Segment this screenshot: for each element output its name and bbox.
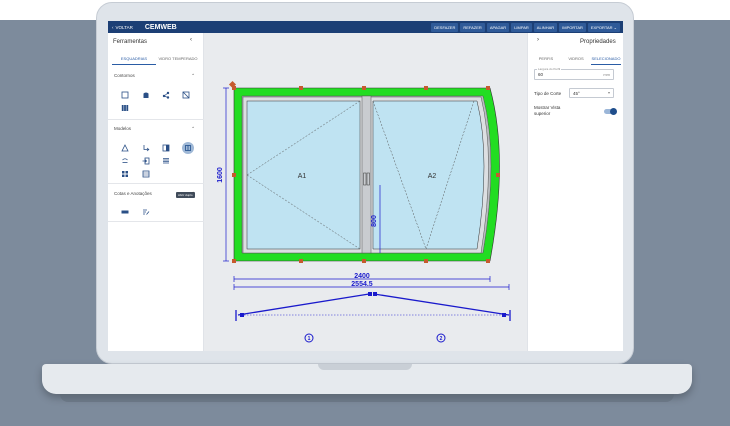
columns-icon[interactable] — [121, 104, 129, 112]
brand-logo: CEMWEB — [144, 23, 177, 31]
show-top-view-label: Mostrar Vista superior — [534, 105, 561, 116]
text-edit-icon[interactable] — [142, 208, 150, 216]
corner-marker[interactable] — [232, 259, 236, 263]
chevron-up-icon[interactable]: ⌃ — [191, 191, 195, 197]
show-top-view-toggle[interactable] — [604, 108, 617, 115]
drawing-canvas[interactable]: A1 A2 1600 800 2400 2554.5 1 2 — [204, 33, 527, 351]
grid-icon[interactable] — [121, 170, 129, 178]
delete-button[interactable]: APAGAR — [486, 22, 510, 32]
arrow-turn-icon[interactable] — [142, 144, 150, 152]
top-view-hinge[interactable] — [368, 292, 372, 296]
cut-type-select[interactable]: 45° ▾ — [569, 88, 614, 98]
panel-label-a2: A2 — [428, 173, 437, 180]
toolbar-actions: DESFAZER REFAZER APAGAR LIMPAR ALINHAR I… — [431, 22, 620, 32]
profile-width-label: Largura do Perfil — [537, 67, 562, 71]
chevron-left-icon: ‹ — [112, 24, 114, 30]
top-view-hinge[interactable] — [502, 313, 506, 317]
tab-perfis[interactable]: PERFIS — [531, 55, 561, 65]
corner-marker[interactable] — [496, 173, 500, 177]
app-screen: ‹ VOLTAR CEMWEB DESFAZER REFAZER APAGAR … — [108, 21, 623, 351]
undo-button[interactable]: DESFAZER — [431, 22, 459, 32]
swing-icon[interactable] — [121, 157, 129, 165]
door-open-icon[interactable] — [162, 144, 170, 152]
cut-type-value: 45° — [573, 91, 580, 96]
toggle-knob — [610, 108, 617, 115]
tools-panel-title: Ferramentas — [113, 39, 148, 45]
cut-shape-icon[interactable] — [182, 91, 190, 99]
corner-marker[interactable] — [299, 86, 303, 90]
properties-panel: › Propriedades PERFIS VIDROS SELECIONADO… — [527, 33, 623, 351]
back-button[interactable]: ‹ VOLTAR — [112, 25, 133, 30]
laptop-notch — [318, 364, 412, 370]
dim-handle-label[interactable]: 800 — [371, 215, 378, 227]
back-label: VOLTAR — [115, 24, 133, 30]
clear-button[interactable]: LIMPAR — [511, 22, 532, 32]
section-modelos-title: Modelos — [114, 126, 132, 131]
chevron-up-icon[interactable]: ⌃ — [191, 126, 195, 132]
arch-shape-icon[interactable] — [142, 91, 150, 99]
align-button[interactable]: ALINHAR — [533, 22, 558, 32]
corner-marker[interactable] — [486, 259, 490, 263]
triangle-icon[interactable] — [121, 144, 129, 152]
tab-vidro-temperado[interactable]: VIDRO TEMPERADO — [156, 55, 200, 65]
section-contornos-title: Contornos — [114, 73, 135, 78]
chevron-up-icon[interactable]: ⌃ — [191, 73, 195, 79]
dim-height-label[interactable]: 1600 — [217, 167, 224, 183]
corner-marker[interactable] — [232, 173, 236, 177]
collapse-left-icon[interactable]: ‹ — [190, 37, 192, 43]
blinds-icon[interactable] — [162, 157, 170, 165]
corner-marker[interactable] — [424, 259, 428, 263]
profile-width-unit: mm — [603, 72, 610, 77]
chevron-down-icon: ▾ — [607, 90, 610, 95]
dim-total-label[interactable]: 2554.5 — [351, 281, 373, 288]
top-bar: ‹ VOLTAR CEMWEB DESFAZER REFAZER APAGAR … — [108, 21, 623, 33]
corner-marker[interactable] — [424, 86, 428, 90]
panel-lines-icon[interactable] — [142, 170, 150, 178]
corner-marker[interactable] — [362, 86, 366, 90]
section-divider — [108, 183, 204, 184]
redo-button[interactable]: REFAZER — [460, 22, 485, 32]
laptop-foot-shadow — [60, 394, 674, 402]
panel-label-a1: A1 — [298, 173, 307, 180]
top-view-sash-2[interactable] — [373, 293, 510, 316]
import-button[interactable]: IMPORTAR — [559, 22, 586, 32]
profile-width-value[interactable]: 60 — [538, 72, 543, 77]
section-divider — [108, 221, 204, 222]
tools-tabs: ESQUADRIAS VIDRO TEMPERADO — [112, 55, 200, 65]
properties-title: Propriedades — [580, 39, 616, 45]
enter-icon[interactable] — [142, 157, 150, 165]
top-view-hinge[interactable] — [373, 292, 377, 296]
dim-width-label[interactable]: 2400 — [354, 273, 370, 280]
window-drawing: A1 A2 1600 800 2400 2554.5 1 2 — [217, 80, 511, 343]
marker-2-label: 2 — [440, 336, 443, 342]
rectangle-icon[interactable] — [121, 91, 129, 99]
tools-panel: Ferramentas ‹ ESQUADRIAS VIDRO TEMPERADO… — [108, 33, 204, 351]
tab-selecionado[interactable]: SELECIONADO — [591, 55, 621, 65]
top-view-sash-1[interactable] — [237, 293, 370, 316]
export-button[interactable]: EXPORTAR ⌄ — [587, 22, 620, 32]
corner-marker[interactable] — [362, 259, 366, 263]
section-cotas-title: Cotas e Anotações — [114, 191, 152, 196]
cut-type-label: Tipo de Corte — [534, 91, 562, 96]
dimension-icon[interactable] — [121, 208, 129, 216]
double-open-icon[interactable] — [182, 142, 194, 154]
section-divider — [108, 119, 204, 120]
tab-esquadrias[interactable]: ESQUADRIAS — [112, 55, 156, 65]
corner-marker[interactable] — [486, 86, 490, 90]
corner-marker[interactable] — [299, 259, 303, 263]
marker-1-label: 1 — [308, 336, 311, 342]
node-tool-icon[interactable] — [162, 91, 170, 99]
collapse-right-icon[interactable]: › — [537, 37, 539, 43]
profile-width-field[interactable]: Largura do Perfil 60 mm — [534, 67, 614, 80]
tab-vidros[interactable]: VIDROS — [561, 55, 591, 65]
properties-tabs: PERFIS VIDROS SELECIONADO — [531, 55, 621, 65]
top-view-hinge[interactable] — [240, 313, 244, 317]
